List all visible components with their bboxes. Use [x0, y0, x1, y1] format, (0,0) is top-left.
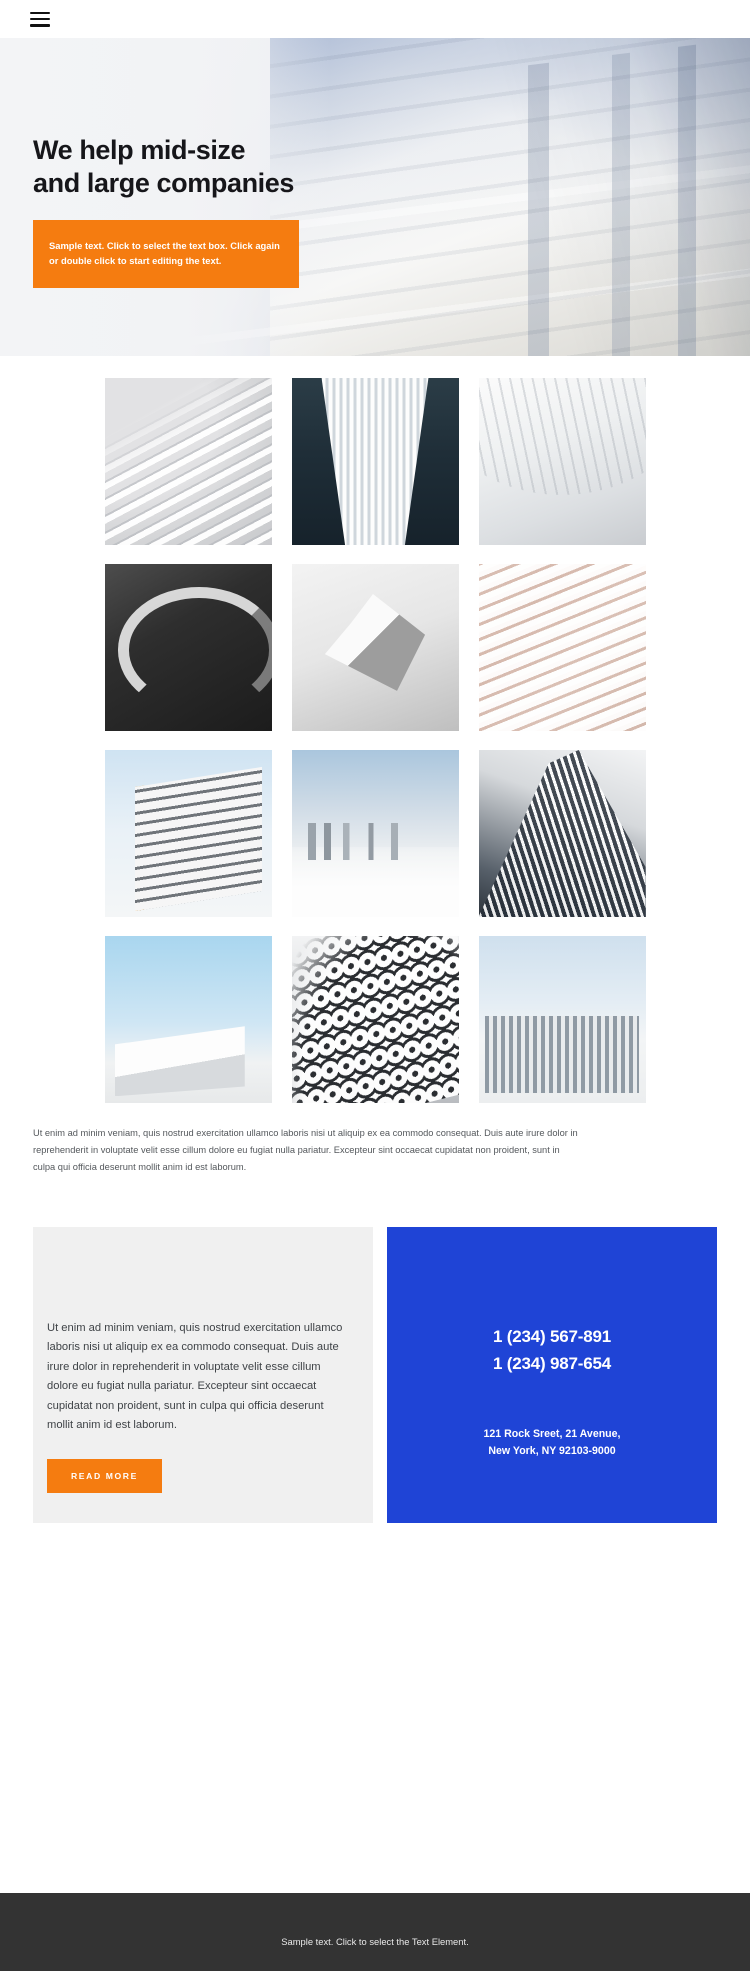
gallery-tile[interactable] [104, 378, 272, 545]
image-gallery-grid [0, 356, 750, 1103]
read-more-button[interactable]: READ MORE [47, 1459, 162, 1494]
gallery-caption: Ut enim ad minim veniam, quis nostrud ex… [33, 1128, 578, 1173]
phone-primary[interactable]: 1 (234) 567-891 [409, 1323, 695, 1351]
phone-secondary[interactable]: 1 (234) 987-654 [409, 1350, 695, 1378]
gallery-tile[interactable] [104, 936, 272, 1103]
hamburger-line [30, 17, 50, 21]
gallery-tile[interactable] [104, 750, 272, 917]
top-navigation-bar [0, 0, 750, 38]
address-line-1: 121 Rock Sreet, 21 Avenue, [483, 1427, 621, 1440]
gallery-tile[interactable] [291, 564, 459, 731]
hamburger-line [30, 23, 50, 27]
gallery-tile[interactable] [291, 378, 459, 545]
gallery-tile[interactable] [478, 750, 646, 917]
hero-title: We help mid-size and large companies [33, 135, 294, 198]
hamburger-menu-icon[interactable] [30, 11, 50, 27]
gallery-tile[interactable] [291, 750, 459, 917]
contact-card: 1 (234) 567-891 1 (234) 987-654 121 Rock… [387, 1226, 717, 1524]
hero-section: We help mid-size and large companies Sam… [0, 38, 750, 356]
gallery-tile[interactable] [478, 564, 646, 731]
address-line-2: New York, NY 92103-9000 [488, 1444, 616, 1457]
gallery-tile[interactable] [478, 378, 646, 545]
gallery-tile[interactable] [478, 936, 646, 1103]
hero-content: We help mid-size and large companies Sam… [33, 134, 363, 289]
info-contact-section: Ut enim ad minim veniam, quis nostrud ex… [0, 1226, 750, 1524]
hamburger-line [30, 11, 50, 15]
info-card-body: Ut enim ad minim veniam, quis nostrud ex… [47, 1321, 343, 1431]
info-card: Ut enim ad minim veniam, quis nostrud ex… [33, 1226, 373, 1524]
gallery-tile[interactable] [104, 564, 272, 731]
hero-callout-box[interactable]: Sample text. Click to select the text bo… [33, 219, 299, 289]
footer-text: Sample text. Click to select the Text El… [281, 1935, 469, 1947]
page-footer: Sample text. Click to select the Text El… [0, 1893, 750, 1971]
gallery-tile[interactable] [291, 936, 459, 1103]
